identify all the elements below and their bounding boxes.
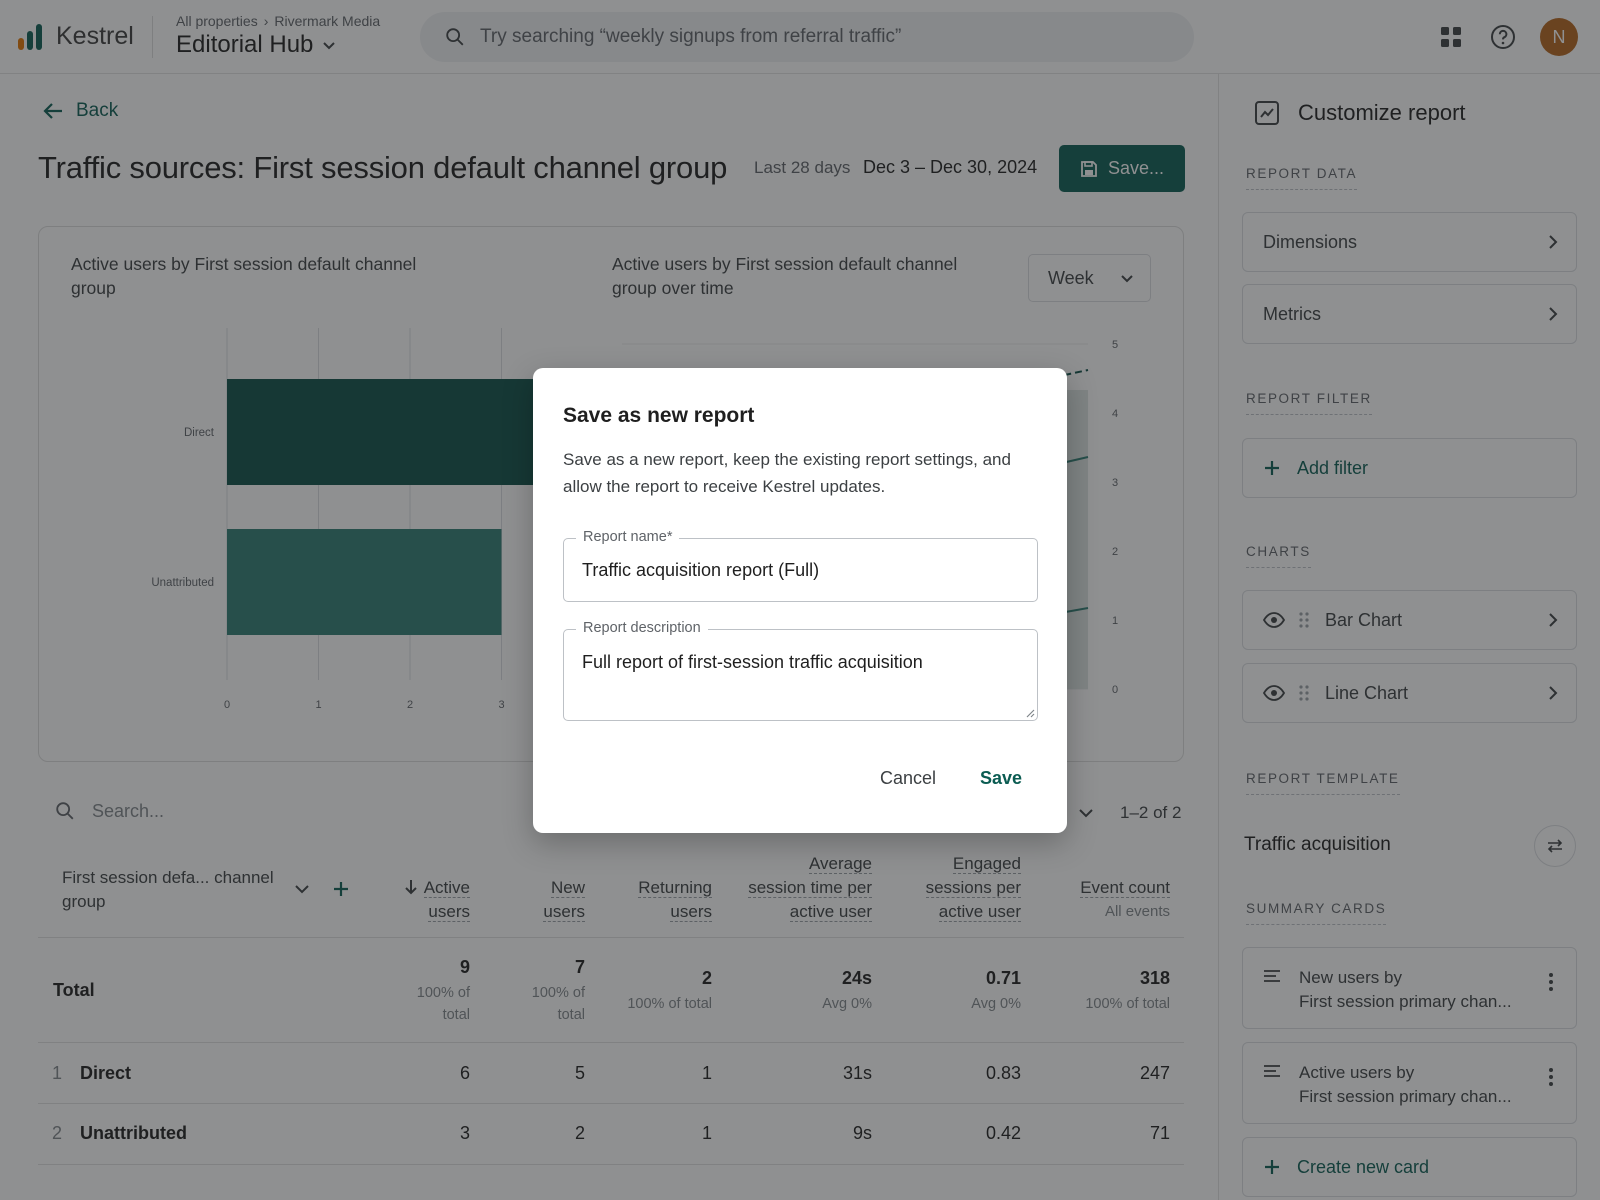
report-name-field[interactable]: Report name* Traffic acquisition report … <box>563 529 1038 602</box>
dialog-title: Save as new report <box>563 404 755 427</box>
resize-handle-icon[interactable] <box>1025 708 1035 718</box>
dialog-description: Save as a new report, keep the existing … <box>563 450 1011 496</box>
save-report-dialog: Save as new report Save as a new report,… <box>533 368 1067 833</box>
report-name-label: Report name* <box>576 529 680 545</box>
dialog-save-button[interactable]: Save <box>980 768 1022 789</box>
report-description-label: Report description <box>576 620 708 636</box>
cancel-button[interactable]: Cancel <box>880 768 936 789</box>
report-description-value[interactable]: Full report of first-session traffic acq… <box>582 652 923 673</box>
report-name-value[interactable]: Traffic acquisition report (Full) <box>582 560 819 581</box>
report-description-field[interactable]: Report description Full report of first-… <box>563 620 1038 721</box>
